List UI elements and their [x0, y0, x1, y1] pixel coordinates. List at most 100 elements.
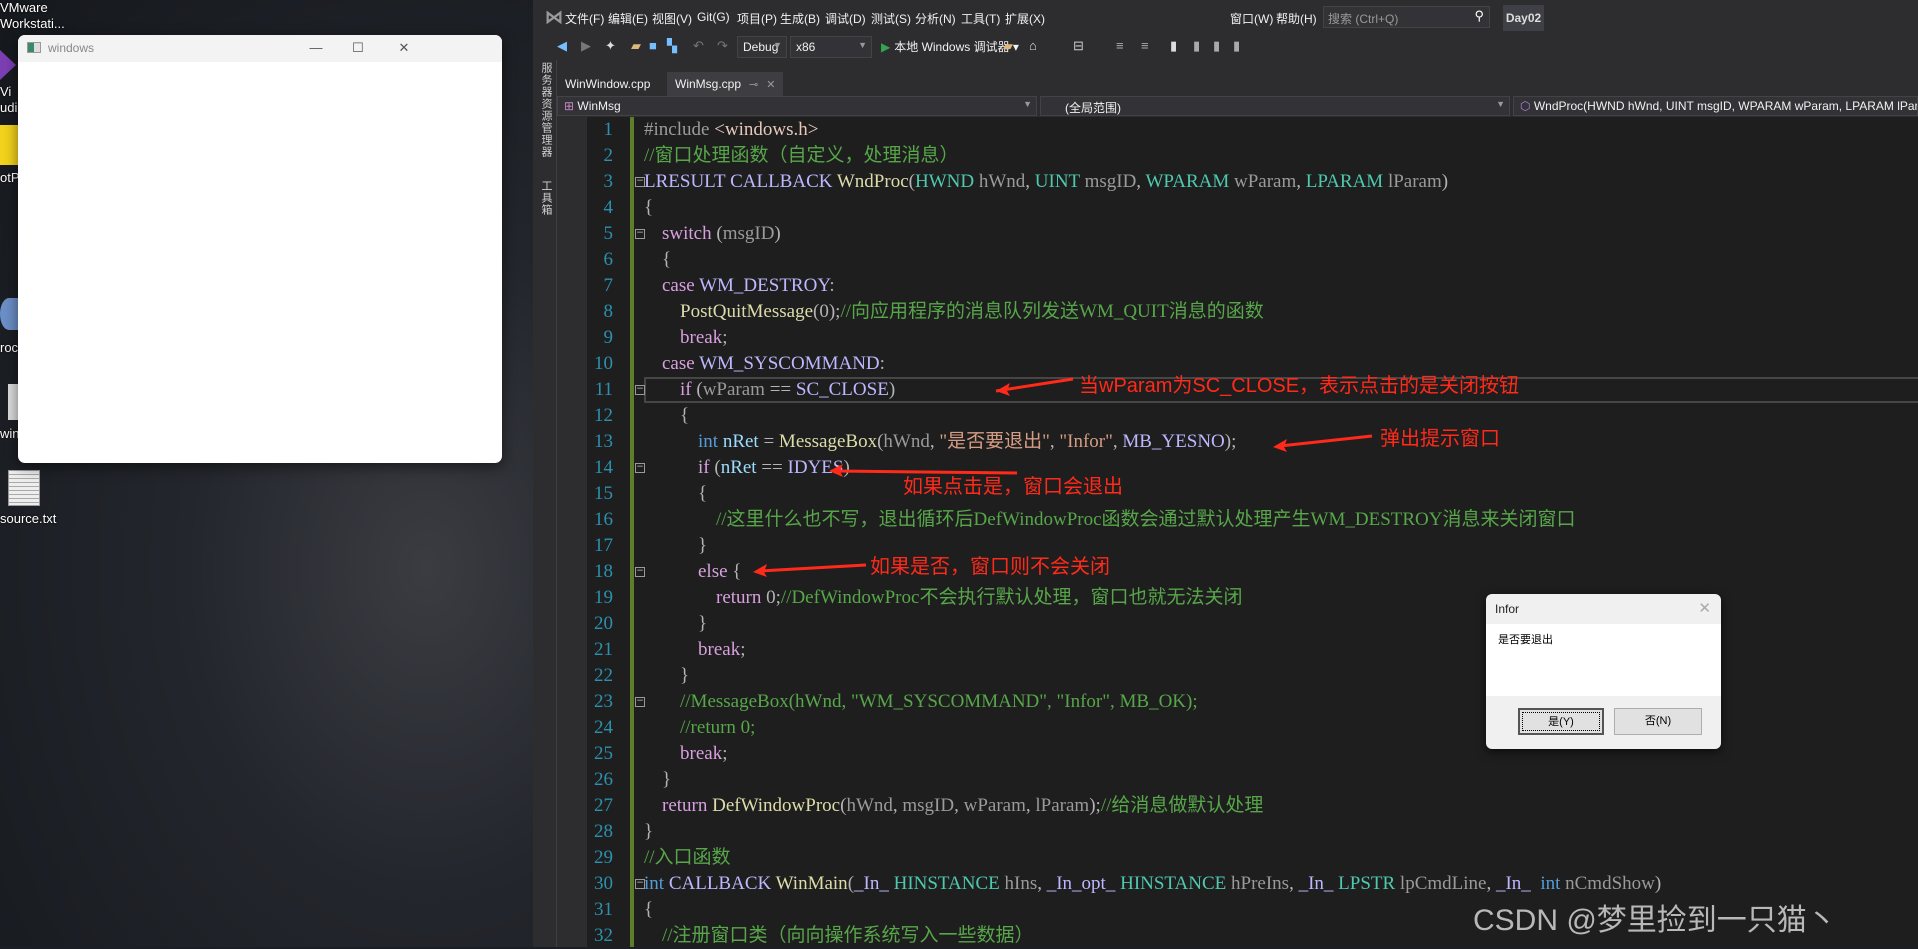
- forward-icon[interactable]: ▶: [581, 38, 591, 54]
- redo-icon[interactable]: ↷: [717, 38, 728, 54]
- undo-icon[interactable]: ↶: [693, 38, 704, 54]
- server-explorer-tab[interactable]: 服务器资源管理器: [538, 62, 554, 158]
- start-debugging-button[interactable]: ▶ 本地 Windows 调试器 ▾: [881, 38, 1019, 55]
- code-text: //这里什么也不写，退出循环后DefWindowProc函数会通过默认处理产生W…: [716, 507, 1575, 533]
- line-number: 23: [594, 691, 613, 712]
- desktop-icon-label-vs[interactable]: Vi udi: [0, 84, 17, 116]
- menu-item[interactable]: 项目(P): [737, 10, 777, 27]
- menu-item[interactable]: 编辑(E): [608, 10, 648, 27]
- code-line: 18 − else {: [560, 559, 1918, 585]
- prev-bookmark-icon[interactable]: ▮: [1193, 38, 1200, 54]
- save-all-icon[interactable]: ▚: [667, 38, 677, 54]
- code-token: ): [843, 457, 850, 478]
- menu-item[interactable]: 工具(T): [961, 10, 1000, 27]
- code-text: LRESULT CALLBACK WndProc(HWND hWnd, UINT…: [644, 169, 1448, 195]
- code-text: return DefWindowProc(hWnd, msgID, wParam…: [662, 793, 1263, 819]
- yes-button[interactable]: 是(Y): [1518, 708, 1604, 735]
- code-token: WM_SYSCOMMAND: [699, 353, 880, 374]
- text-file-icon[interactable]: [8, 384, 18, 420]
- save-icon[interactable]: ■: [649, 38, 657, 53]
- line-number: 16: [594, 509, 613, 530]
- scope-dropdown[interactable]: (全局范围) ▼: [1040, 96, 1510, 116]
- fold-toggle-icon[interactable]: −: [635, 385, 645, 395]
- code-text: {: [698, 481, 707, 507]
- close-tab-icon[interactable]: ✕: [766, 79, 775, 91]
- code-token: :: [879, 353, 885, 374]
- step-icon[interactable]: ⊟: [1073, 38, 1084, 54]
- code-text: //注册窗口类（向向操作系统写入一些数据）: [662, 923, 1034, 949]
- home-icon[interactable]: ⌂: [1029, 38, 1037, 53]
- code-text: {: [662, 247, 671, 273]
- menu-item[interactable]: 窗口(W): [1230, 10, 1273, 27]
- code-token: _In_: [854, 873, 894, 894]
- no-button[interactable]: 否(N): [1614, 708, 1702, 735]
- tab-winmsg-cpp[interactable]: WinMsg.cpp ⊸ ✕: [667, 72, 784, 96]
- code-token: ,: [1486, 873, 1496, 894]
- fold-toggle-icon[interactable]: −: [635, 697, 645, 707]
- pin-icon[interactable]: ⊸: [749, 79, 758, 91]
- maximize-button[interactable]: ☐: [348, 39, 368, 57]
- platform-dropdown[interactable]: x86 ▼: [790, 36, 872, 58]
- code-token: }: [662, 769, 672, 790]
- comment-icon[interactable]: ≡: [1116, 38, 1124, 53]
- visual-studio-icon[interactable]: [0, 50, 16, 80]
- menu-item[interactable]: 视图(V): [652, 10, 692, 27]
- menu-item[interactable]: 测试(S): [871, 10, 911, 27]
- menu-item[interactable]: 扩展(X): [1005, 10, 1045, 27]
- code-line: 6{: [560, 247, 1918, 273]
- code-token: lpCmdLine: [1399, 873, 1487, 894]
- member-dropdown[interactable]: ⬡ WndProc(HWND hWnd, UINT msgID, WPARAM …: [1513, 96, 1918, 116]
- close-button[interactable]: ✕: [394, 39, 414, 57]
- app-window-titlebar[interactable]: windows — ☐ ✕: [18, 35, 502, 62]
- project-icon: ⊞: [564, 99, 578, 113]
- menu-item[interactable]: 分析(N): [915, 10, 956, 27]
- next-bookmark-icon[interactable]: ▮: [1213, 38, 1220, 54]
- minimize-button[interactable]: —: [306, 39, 326, 57]
- code-token: //MessageBox(hWnd, "WM_SYSCOMMAND", "Inf…: [680, 691, 1198, 712]
- menu-item[interactable]: 文件(F): [565, 10, 604, 27]
- line-number: 30: [594, 873, 613, 894]
- uncomment-icon[interactable]: ≡: [1141, 38, 1149, 53]
- line-number: 2: [603, 145, 614, 166]
- code-line: 13 int nRet = MessageBox(hWnd, "是否要退出", "…: [560, 429, 1918, 455]
- search-input[interactable]: 搜索 (Ctrl+Q) ⚲: [1323, 6, 1490, 28]
- code-token: ;: [722, 743, 728, 764]
- fold-toggle-icon[interactable]: −: [635, 229, 645, 239]
- text-file-icon[interactable]: [8, 470, 40, 506]
- potplayer-icon[interactable]: [0, 125, 18, 165]
- annotation-sc-close: 当wParam为SC_CLOSE，表示点击的是关闭按钮: [1079, 375, 1520, 397]
- code-token: {: [732, 561, 742, 582]
- code-text: break;: [680, 325, 727, 351]
- desktop-icon-label-source[interactable]: source.txt: [0, 511, 56, 527]
- clear-bookmark-icon[interactable]: ▮: [1233, 38, 1240, 54]
- project-dropdown[interactable]: ⊞ WinMsg ▼: [557, 96, 1037, 116]
- process-explorer-icon[interactable]: [0, 298, 18, 330]
- open-icon[interactable]: ▰: [631, 38, 641, 54]
- dialog-close-button[interactable]: ✕: [1698, 599, 1711, 617]
- code-editor[interactable]: 1 #include <windows.h> 2 //窗口处理函数（自定义，处理消息）…: [560, 117, 1918, 947]
- code-token: ,: [1037, 873, 1047, 894]
- folder-search-icon[interactable]: ▰: [1003, 38, 1013, 54]
- tab-label: WinMsg.cpp: [675, 77, 742, 91]
- code-text: {: [680, 403, 689, 429]
- menu-item[interactable]: Git(G): [697, 10, 730, 24]
- annotation-else: 如果是否，窗口则不会关闭: [870, 556, 1110, 578]
- tab-winwindow-cpp[interactable]: WinWindow.cpp: [557, 72, 658, 96]
- config-dropdown[interactable]: Debug ▼: [737, 36, 787, 58]
- menu-item[interactable]: 帮助(H): [1276, 10, 1317, 27]
- fold-toggle-icon[interactable]: −: [635, 463, 645, 473]
- search-icon: ⚲: [1474, 8, 1484, 23]
- line-number: 19: [594, 587, 613, 608]
- toolbox-tab[interactable]: 工具箱: [538, 180, 554, 216]
- desktop-icon-label-vmware[interactable]: VMware Workstati...: [0, 0, 65, 32]
- menu-item[interactable]: 生成(B): [780, 10, 820, 27]
- new-item-icon[interactable]: ✦: [605, 38, 616, 54]
- menu-item[interactable]: 调试(D): [825, 10, 866, 27]
- back-icon[interactable]: ◀: [557, 38, 567, 54]
- code-token: WPARAM: [1145, 171, 1234, 192]
- fold-toggle-icon[interactable]: −: [635, 567, 645, 577]
- code-line: 30− int CALLBACK WinMain(_In_ HINSTANCE h…: [560, 871, 1918, 897]
- code-token: switch: [662, 223, 717, 244]
- project-name-badge: Day02: [1503, 5, 1544, 31]
- bookmark-icon[interactable]: ▮: [1170, 38, 1177, 54]
